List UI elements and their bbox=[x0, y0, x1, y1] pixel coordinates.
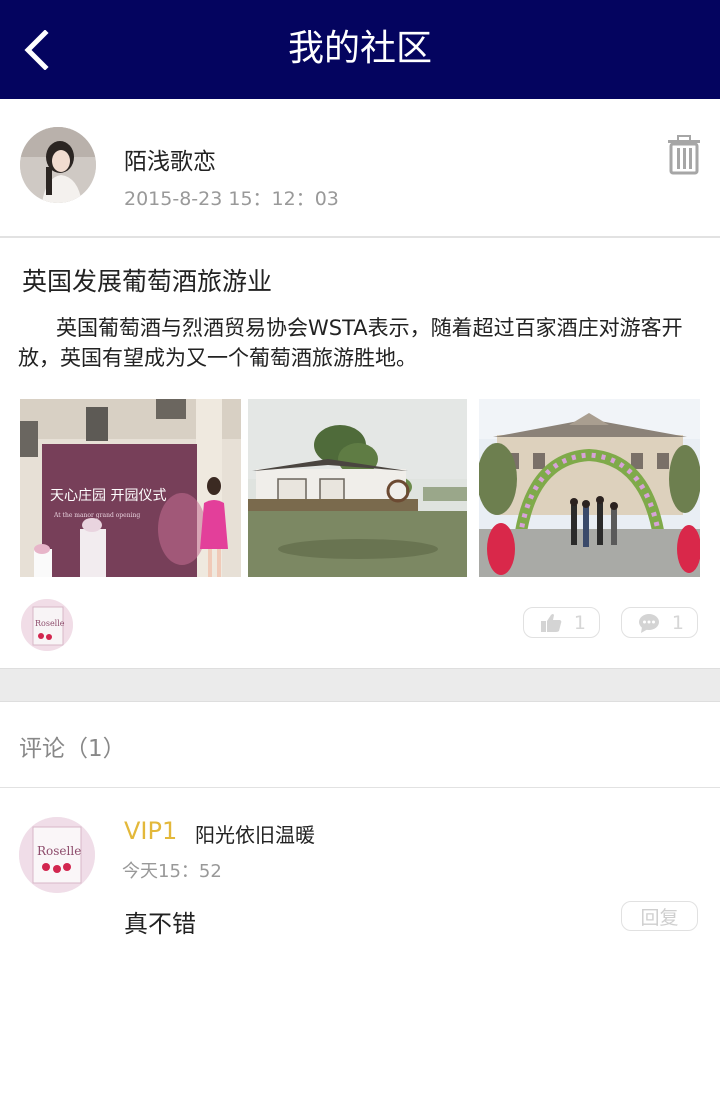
comment-time: 今天15：52 bbox=[122, 861, 222, 882]
trash-icon bbox=[668, 135, 700, 175]
vip-badge: VIP1 bbox=[124, 817, 178, 845]
post-photo-2[interactable] bbox=[248, 399, 467, 577]
comment-button[interactable]: 1 bbox=[621, 607, 698, 638]
commenter-avatar[interactable]: Roselle bbox=[19, 817, 95, 893]
liker-avatar-label: Roselle bbox=[35, 619, 65, 628]
post-photo-1[interactable]: 天心庄园 开园仪式 At the manor grand opening bbox=[20, 399, 241, 577]
author-name[interactable]: 陌浅歌恋 bbox=[124, 142, 216, 176]
photo-1-caption: 天心庄园 开园仪式 bbox=[50, 487, 166, 504]
liker-avatar-image: Roselle bbox=[21, 599, 73, 651]
page-title: 我的社区 bbox=[287, 28, 432, 69]
commenter-avatar-label: Roselle bbox=[37, 844, 81, 858]
comments-heading: 评论（1） bbox=[19, 736, 126, 762]
author-avatar[interactable] bbox=[20, 127, 96, 203]
delete-button[interactable] bbox=[666, 135, 702, 175]
photo-2-image bbox=[248, 399, 467, 577]
post-body: 英国葡萄酒与烈酒贸易协会WSTA表示，随着超过百家酒庄对游客开放，英国有望成为又… bbox=[18, 316, 683, 370]
photo-1-image: 天心庄园 开园仪式 At the manor grand opening bbox=[20, 399, 241, 577]
post-photo-3[interactable] bbox=[479, 399, 700, 577]
thumbs-up-icon bbox=[541, 613, 562, 632]
post-author-block: 陌浅歌恋 2015-8-23 15：12：03 bbox=[0, 99, 720, 238]
comment-count: 1 bbox=[671, 611, 684, 634]
section-divider bbox=[0, 668, 720, 702]
reply-button[interactable]: 回复 bbox=[621, 901, 698, 931]
chat-bubble-icon bbox=[639, 613, 659, 633]
post-title: 英国发展葡萄酒旅游业 bbox=[22, 267, 273, 296]
comment-text: 真不错 bbox=[124, 910, 196, 938]
commenter-avatar-image: Roselle bbox=[19, 817, 95, 893]
post-timestamp: 2015-8-23 15：12：03 bbox=[124, 188, 339, 210]
author-avatar-image bbox=[20, 127, 96, 203]
photo-1-subcaption: At the manor grand opening bbox=[53, 512, 140, 519]
like-count: 1 bbox=[573, 611, 586, 634]
commenter-name[interactable]: 阳光依旧温暖 bbox=[195, 819, 315, 848]
app-header: 我的社区 bbox=[0, 0, 720, 99]
like-button[interactable]: 1 bbox=[523, 607, 600, 638]
liker-avatar[interactable]: Roselle bbox=[21, 599, 73, 651]
divider bbox=[0, 787, 720, 788]
photo-3-image bbox=[479, 399, 700, 577]
